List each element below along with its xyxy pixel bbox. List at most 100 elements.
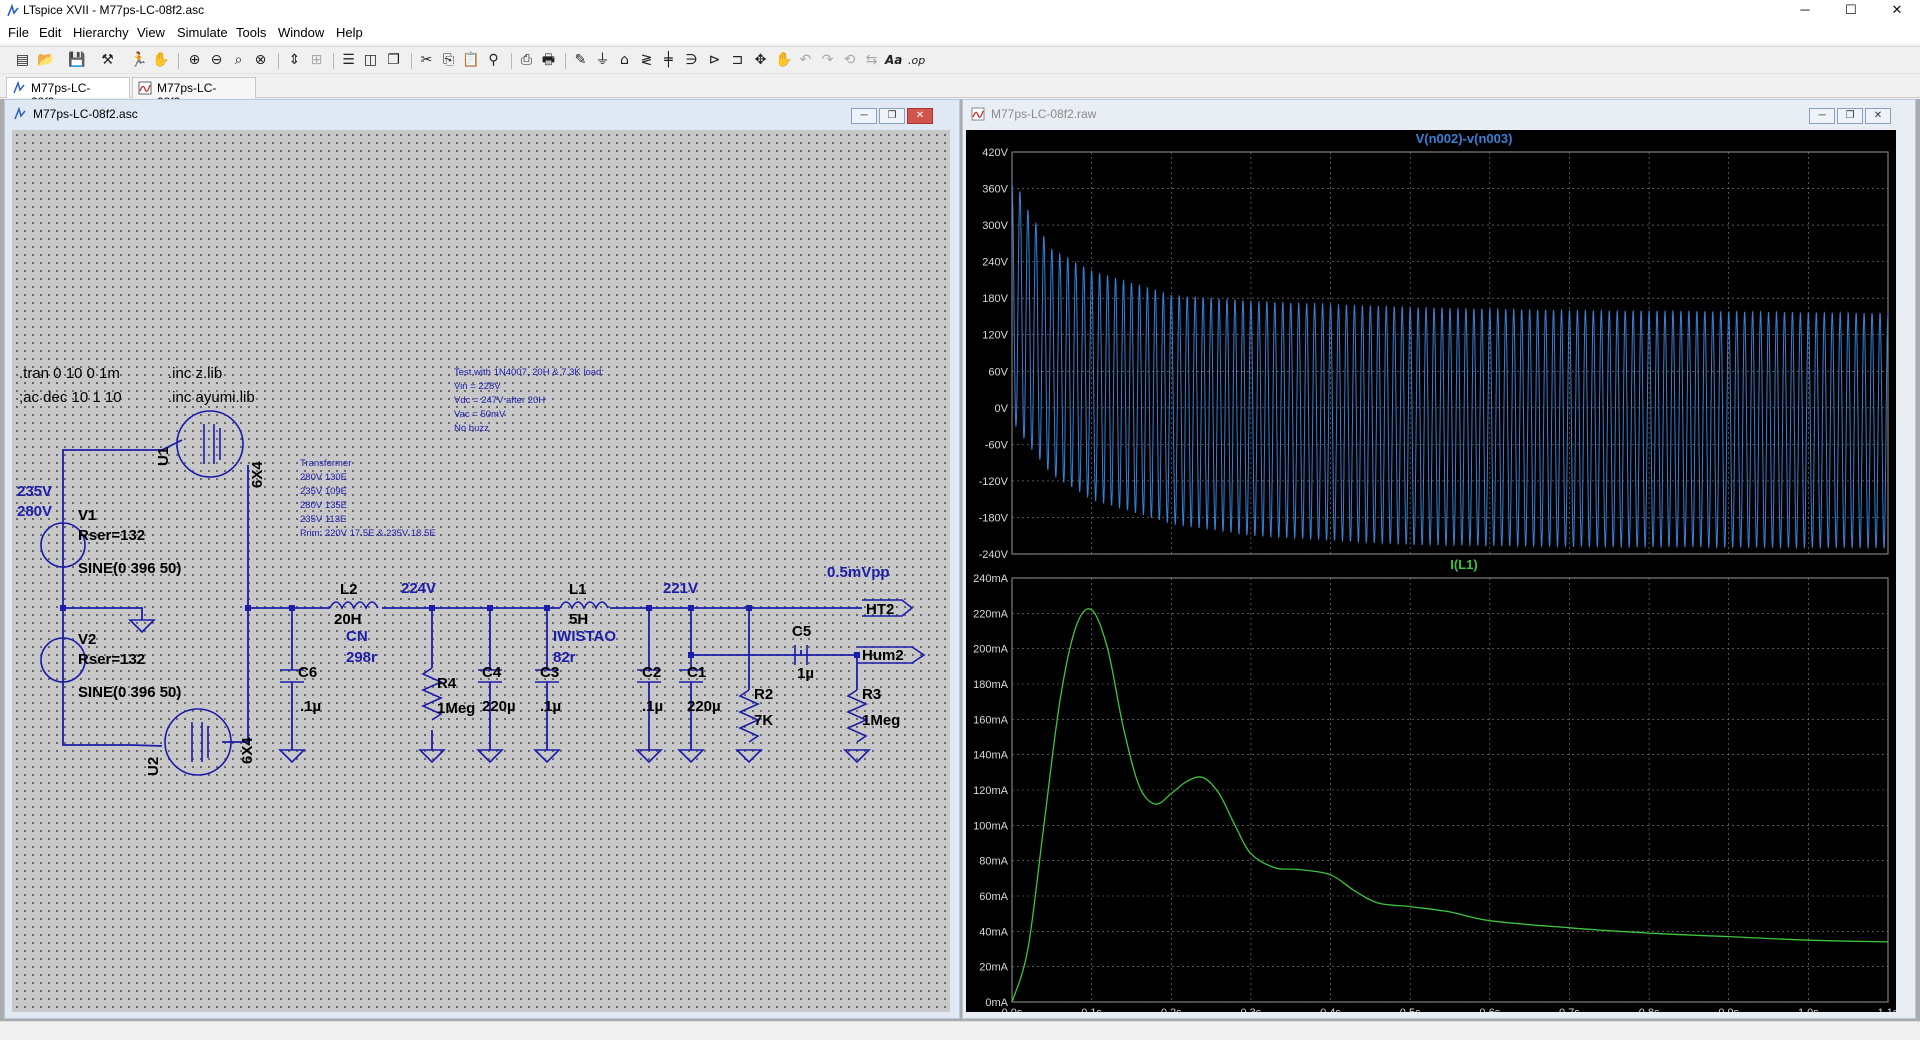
waveform-restore-button[interactable]: ❐ [1837,108,1863,124]
menu-view[interactable]: View [137,25,165,40]
spice-directive-icon[interactable]: .op [908,52,925,69]
autorange-icon[interactable]: ⇕ [286,52,303,69]
find-icon[interactable]: ⚲ [485,52,502,69]
v2-rser[interactable]: Rser=132 [78,651,145,668]
tab-waveform[interactable]: M77ps-LC-08f2.raw [132,77,256,109]
hum2-label[interactable]: Hum2 [862,647,904,664]
move-icon[interactable]: ✥ [752,52,769,69]
c1-value[interactable]: 220µ [687,698,721,715]
c2-name[interactable]: C2 [642,664,661,681]
text-icon[interactable]: Aa [885,52,902,69]
ht2-label[interactable]: HT2 [866,601,894,618]
pane1-trace-label[interactable]: V(n002)-v(n003) [1416,131,1513,146]
ac-directive[interactable]: ;ac dec 10 1 10 [19,389,122,406]
r4-value[interactable]: 1Meg [437,700,475,717]
halt-icon[interactable]: ✋ [152,52,169,69]
save-icon[interactable]: 💾 [68,52,85,69]
menu-edit[interactable]: Edit [39,25,61,40]
new-schematic-icon[interactable]: ▤ [14,52,31,69]
tile-horizontal-icon[interactable]: ☰ [340,52,357,69]
waveform-window-titlebar[interactable]: M77ps-LC-08f2.raw ─ ❐ ✕ [963,100,1915,126]
r2-value[interactable]: 7K [754,712,773,729]
schematic-canvas[interactable]: .tran 0 10 0 1m ;ac dec 10 1 10 .inc z.l… [12,130,950,1012]
menu-window[interactable]: Window [278,25,324,40]
mirror-icon[interactable]: ⇆ [863,52,880,69]
c3-name[interactable]: C3 [540,664,559,681]
r4-name[interactable]: R4 [437,675,457,692]
component-icon[interactable]: ⊐ [729,52,746,69]
copy-icon[interactable]: ⎘ [440,52,457,69]
u1-type[interactable]: 6X4 [249,461,266,488]
v1-rser[interactable]: Rser=132 [78,527,145,544]
cascade-icon[interactable]: ❐ [385,52,402,69]
print-icon[interactable]: ⎙ [518,52,535,69]
menu-tools[interactable]: Tools [236,25,266,40]
u2-type[interactable]: 6X4 [239,737,256,764]
l2-name[interactable]: L2 [340,581,358,598]
c1-name[interactable]: C1 [687,664,706,681]
r3-name[interactable]: R3 [862,686,881,703]
v2-value[interactable]: SINE(0 396 50) [78,684,181,701]
l2-value[interactable]: 20H [334,611,362,628]
u2-name[interactable]: U2 [145,757,162,776]
schematic-minimize-button[interactable]: ─ [851,108,877,124]
wire-icon[interactable]: ✎ [572,52,589,69]
tab-schematic[interactable]: M77ps-LC-08f2.asc [6,77,130,109]
waveform-close-button[interactable]: ✕ [1865,108,1891,124]
c4-value[interactable]: 220µ [482,698,516,715]
menu-file[interactable]: File [8,25,29,40]
control-panel-icon[interactable]: ⚒ [99,52,116,69]
zoom-fit-icon[interactable]: ⌕ [230,52,247,69]
zoom-cancel-icon[interactable]: ⊗ [252,52,269,69]
c6-name[interactable]: C6 [298,664,317,681]
fit-icon[interactable]: ⊞ [308,52,325,69]
zoom-in-icon[interactable]: ⊕ [186,52,203,69]
pane2-trace-label[interactable]: I(L1) [1450,557,1477,572]
l1-value[interactable]: 5H [569,611,588,628]
cut-icon[interactable]: ✂ [418,52,435,69]
waveform-plot-area[interactable]: V(n002)-v(n003) I(L1) 420V 360V 300V 240V 18… [966,130,1899,1019]
open-icon[interactable]: 📂 [37,52,54,69]
menu-hierarchy[interactable]: Hierarchy [73,25,129,40]
v1-value[interactable]: SINE(0 396 50) [78,560,181,577]
ground-icon[interactable]: ⏚ [594,52,611,69]
c3-value[interactable]: .1µ [540,698,561,715]
resistor-icon[interactable]: ≷ [638,52,655,69]
drag-icon[interactable]: ✋ [775,52,792,69]
label-icon[interactable]: ⌂ [616,52,633,69]
menu-help[interactable]: Help [336,25,363,40]
voltage-trace[interactable] [1011,182,1889,550]
schematic-restore-button[interactable]: ❐ [879,108,905,124]
print-preview-icon[interactable]: 🖶 [540,52,557,69]
c2-value[interactable]: .1µ [642,698,663,715]
schematic-close-button[interactable]: ✕ [907,108,933,124]
v2-name[interactable]: V2 [78,631,96,648]
u1-name[interactable]: U1 [155,447,172,466]
menu-simulate[interactable]: Simulate [177,25,228,40]
zoom-out-icon[interactable]: ⊖ [208,52,225,69]
r2-name[interactable]: R2 [754,686,773,703]
minimize-button[interactable]: ─ [1782,0,1828,22]
waveform-minimize-button[interactable]: ─ [1809,108,1835,124]
redo-icon[interactable]: ↷ [819,52,836,69]
v1-name[interactable]: V1 [78,507,96,524]
undo-icon[interactable]: ↶ [797,52,814,69]
c5-value[interactable]: 1µ [797,665,814,682]
tile-vertical-icon[interactable]: ◫ [362,52,379,69]
r3-value[interactable]: 1Meg [862,712,900,729]
l1-name[interactable]: L1 [569,581,587,598]
inductor-icon[interactable]: ∋ [683,52,700,69]
inc-ayumi-directive[interactable]: .inc ayumi.lib [168,389,255,406]
paste-icon[interactable]: 📋 [462,52,479,69]
c4-name[interactable]: C4 [482,664,502,681]
run-icon[interactable]: 🏃 [130,52,147,69]
current-trace[interactable] [1011,608,1889,1003]
inc-zlib-directive[interactable]: .inc z.lib [168,365,222,382]
close-button[interactable]: ✕ [1874,0,1920,22]
schematic-window-titlebar[interactable]: M77ps-LC-08f2.asc ─ ❐ ✕ [5,100,959,126]
tran-directive[interactable]: .tran 0 10 0 1m [19,365,120,382]
c6-value[interactable]: .1µ [300,698,321,715]
diode-icon[interactable]: ⊳ [706,52,723,69]
c5-name[interactable]: C5 [792,623,811,640]
rotate-icon[interactable]: ⟲ [841,52,858,69]
